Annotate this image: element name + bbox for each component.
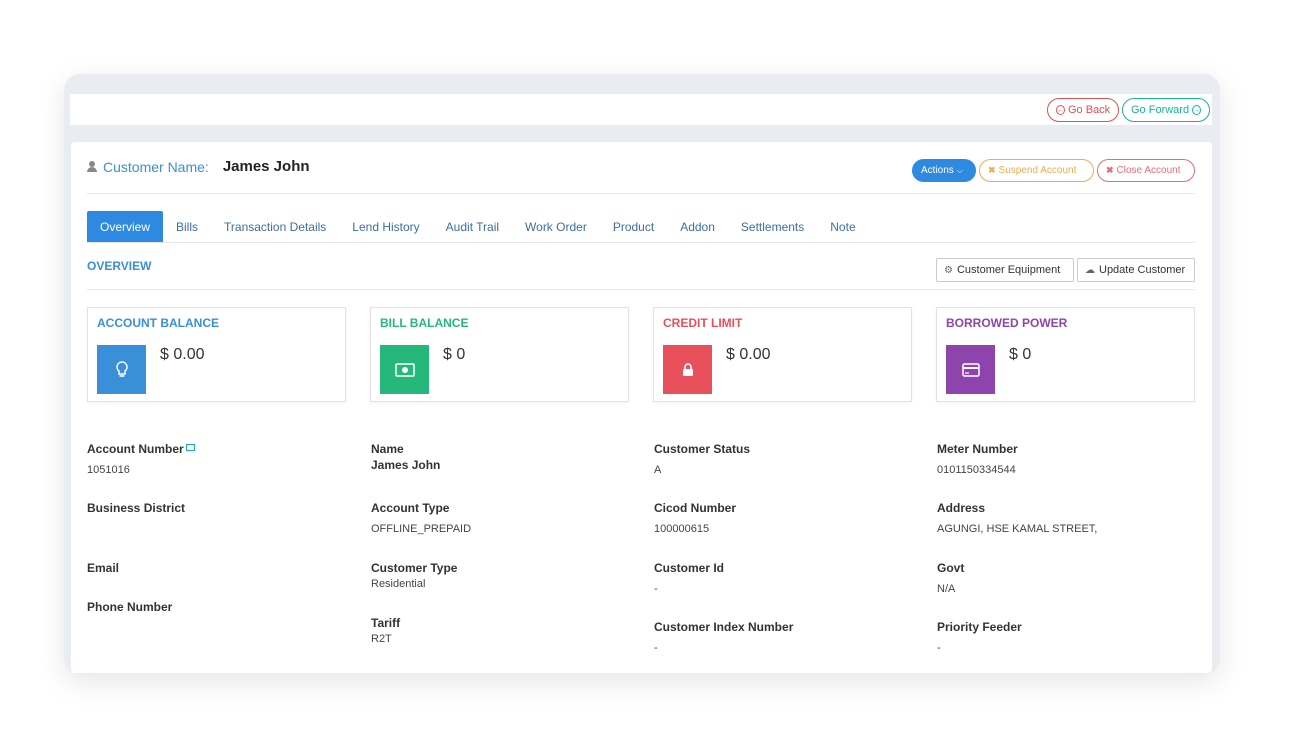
top-navigation-bar <box>70 94 1212 125</box>
arrow-right-icon: → <box>1192 105 1202 115</box>
customer-index-number-label: Customer Index Number <box>654 620 794 634</box>
tab-note[interactable]: Note <box>817 211 868 242</box>
stat-value: $ 0 <box>1009 346 1032 363</box>
account-number-label: Account Number <box>87 442 195 456</box>
customer-equipment-label: Customer Equipment <box>956 264 1061 276</box>
account-number-value: 1051016 <box>87 464 130 476</box>
close-x-icon: ✖ <box>1106 165 1114 175</box>
close-account-label: Close Account <box>1116 165 1181 176</box>
tab-transaction-details[interactable]: Transaction Details <box>211 211 339 242</box>
divider <box>87 193 1195 194</box>
customer-id-value: - <box>654 583 658 595</box>
tab-work-order[interactable]: Work Order <box>512 211 600 242</box>
name-value: James John <box>371 458 441 472</box>
go-back-button[interactable]: ← Go Back <box>1047 98 1119 122</box>
address-label: Address <box>937 501 986 515</box>
tab-lend-history[interactable]: Lend History <box>339 211 432 242</box>
suspend-account-button[interactable]: ✖ Suspend Account <box>979 159 1094 182</box>
account-type-label: Account Type <box>371 501 450 515</box>
tab-audit-trail[interactable]: Audit Trail <box>433 211 512 242</box>
gears-icon: ⚙ <box>944 264 953 276</box>
stat-value: $ 0.00 <box>160 346 205 363</box>
customer-equipment-button[interactable]: ⚙ Customer Equipment <box>936 258 1074 282</box>
update-customer-button[interactable]: ☁ Update Customer <box>1077 258 1195 282</box>
customer-header: Customer Name: James John <box>87 158 310 175</box>
suspend-account-label: Suspend Account <box>998 165 1077 176</box>
tariff-label: Tariff <box>371 616 401 630</box>
cloud-upload-icon: ☁ <box>1085 264 1095 276</box>
overview-title: OVERVIEW <box>87 259 152 273</box>
customer-name-label: Customer Name: <box>103 158 209 175</box>
priority-feeder-label: Priority Feeder <box>937 620 1022 634</box>
close-account-button[interactable]: ✖ Close Account <box>1097 159 1195 182</box>
name-label: Name <box>371 442 404 456</box>
flag-icon <box>185 444 195 451</box>
customer-status-label: Customer Status <box>654 442 751 456</box>
lightbulb-icon <box>97 345 146 394</box>
stat-title: BILL BALANCE <box>380 316 469 330</box>
tab-overview[interactable]: Overview <box>87 211 164 242</box>
close-x-icon: ✖ <box>988 165 996 175</box>
business-district-label: Business District <box>87 501 186 515</box>
go-back-label: Go Back <box>1068 104 1111 116</box>
govt-label: Govt <box>937 561 965 575</box>
go-forward-button[interactable]: Go Forward → <box>1122 98 1210 122</box>
update-customer-label: Update Customer <box>1099 264 1186 276</box>
meter-number-label: Meter Number <box>937 442 1018 456</box>
stat-card-bill-balance: BILL BALANCE $ 0 <box>370 307 629 402</box>
customer-type-label: Customer Type <box>371 561 458 575</box>
customer-name: James John <box>222 158 310 175</box>
stat-title: BORROWED POWER <box>946 316 1068 330</box>
tab-addon[interactable]: Addon <box>667 211 728 242</box>
arrow-left-icon: ← <box>1056 105 1065 115</box>
divider <box>87 289 1195 290</box>
stat-value: $ 0.00 <box>726 346 771 363</box>
cicod-number-value: 100000615 <box>654 523 710 535</box>
tab-bar: Overview Bills Transaction Details Lend … <box>87 211 1195 243</box>
actions-dropdown-button[interactable]: Actions ⌵ <box>912 159 976 182</box>
priority-feeder-value: - <box>937 642 941 654</box>
stat-title: ACCOUNT BALANCE <box>97 316 219 330</box>
address-value: AGUNGI, HSE KAMAL STREET, <box>937 523 1098 535</box>
cicod-number-label: Cicod Number <box>654 501 737 515</box>
money-icon <box>380 345 429 394</box>
tab-settlements[interactable]: Settlements <box>728 211 817 242</box>
customer-card: Customer Name: James John Actions ⌵ ✖ Su… <box>71 142 1212 673</box>
meter-number-value: 0101150334544 <box>937 464 1016 476</box>
stat-title: CREDIT LIMIT <box>663 316 743 330</box>
tab-product[interactable]: Product <box>600 211 667 242</box>
phone-number-label: Phone Number <box>87 600 173 614</box>
actions-label: Actions <box>921 165 954 176</box>
go-forward-label: Go Forward <box>1131 104 1190 116</box>
email-label: Email <box>87 561 120 575</box>
customer-index-number-value: - <box>654 642 658 654</box>
lock-icon <box>663 345 712 394</box>
stat-value: $ 0 <box>443 346 466 363</box>
user-icon <box>87 161 97 172</box>
customer-status-value: A <box>654 464 662 476</box>
stat-card-credit-limit: CREDIT LIMIT $ 0.00 <box>653 307 912 402</box>
govt-value: N/A <box>937 583 956 595</box>
stat-card-account-balance: ACCOUNT BALANCE $ 0.00 <box>87 307 346 402</box>
chevron-down-icon: ⌵ <box>956 165 963 175</box>
customer-type-value: Residential <box>371 578 426 590</box>
tariff-value: R2T <box>371 633 392 645</box>
customer-id-label: Customer Id <box>654 561 725 575</box>
account-type-value: OFFLINE_PREPAID <box>371 523 472 535</box>
tab-bills[interactable]: Bills <box>163 211 211 242</box>
stat-card-borrowed-power: BORROWED POWER $ 0 <box>936 307 1195 402</box>
credit-card-icon <box>946 345 995 394</box>
